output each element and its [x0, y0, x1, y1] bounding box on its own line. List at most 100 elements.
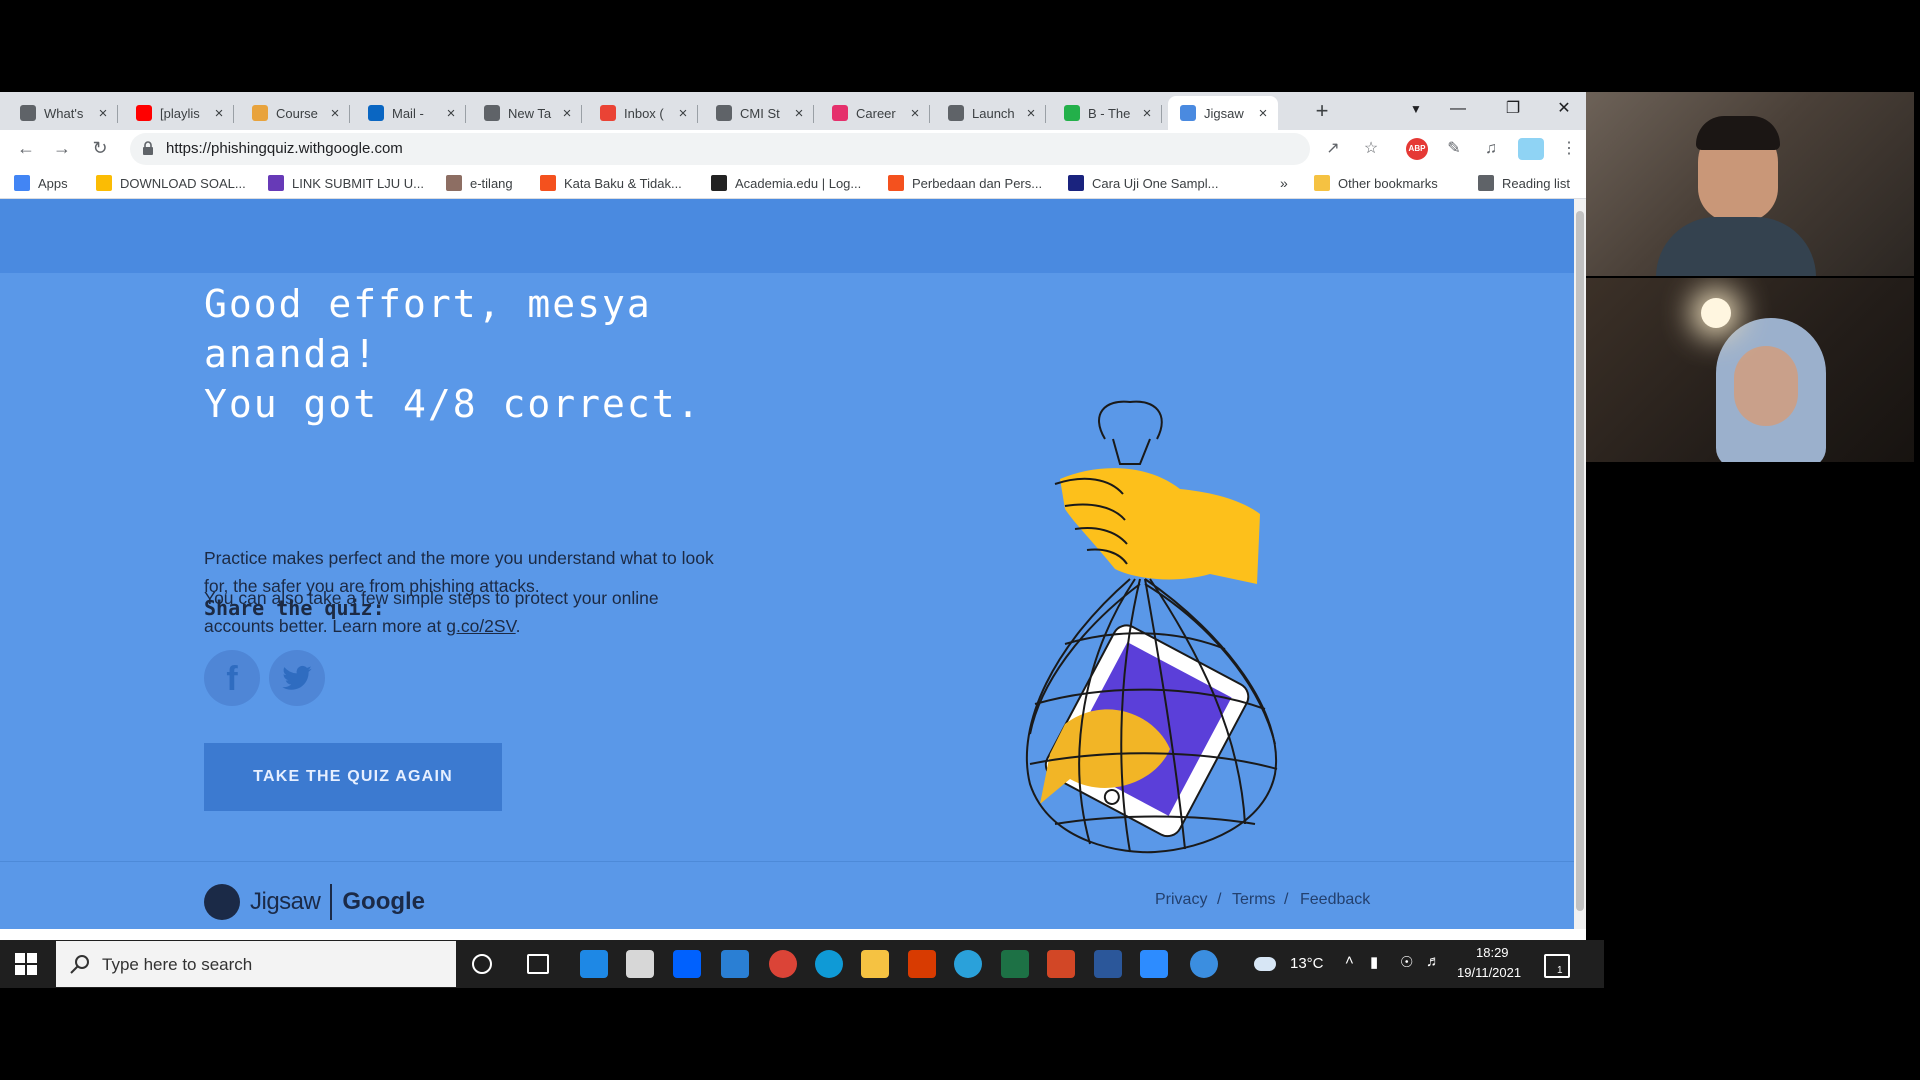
reload-button[interactable]: ↻ [86, 134, 114, 162]
feedback-link[interactable]: Feedback [1300, 891, 1370, 909]
zoom-icon[interactable] [1140, 950, 1168, 978]
clock-date[interactable]: 19/11/2021 [1457, 965, 1521, 980]
taskbar-search-box[interactable]: Type here to search [56, 941, 456, 987]
powerpoint-icon[interactable] [1047, 950, 1075, 978]
scrollbar-thumb[interactable] [1576, 211, 1584, 911]
bookmark-item[interactable]: Other bookmarks [1314, 173, 1438, 193]
bookmark-item[interactable]: Cara Uji One Sampl... [1068, 173, 1218, 193]
jigsaw-google-logo[interactable]: Jigsaw Google [204, 882, 425, 922]
tab-close-icon[interactable]: × [326, 105, 344, 122]
browser-tab[interactable]: Course × [240, 96, 350, 130]
bookmark-item[interactable]: Perbedaan dan Pers... [888, 173, 1042, 193]
bookmark-label: Reading list [1502, 175, 1570, 191]
search-icon [70, 955, 89, 974]
tab-title: Mail - [392, 105, 424, 121]
restore-button[interactable]: ❐ [1490, 92, 1536, 126]
bookmark-label: Kata Baku & Tidak... [564, 175, 682, 191]
forward-button[interactable]: → [48, 134, 76, 162]
tab-separator [1045, 105, 1046, 123]
tab-close-icon[interactable]: × [1022, 105, 1040, 122]
terms-link[interactable]: Terms [1232, 891, 1276, 909]
volume-icon[interactable]: ♬ [1426, 953, 1441, 970]
browser-tab[interactable]: Launch × [936, 96, 1046, 130]
cortana-icon[interactable] [472, 954, 492, 974]
word-icon[interactable] [1094, 950, 1122, 978]
tab-separator [929, 105, 930, 123]
share-icon[interactable]: ↗ [1322, 138, 1344, 160]
excel-icon[interactable] [1001, 950, 1029, 978]
tab-favicon-icon [368, 105, 384, 121]
tab-favicon-icon [484, 105, 500, 121]
tab-separator [697, 105, 698, 123]
bookmark-icon [1068, 175, 1084, 191]
browser-tab[interactable]: B - The × [1052, 96, 1162, 130]
bookmark-icon [540, 175, 556, 191]
tab-favicon-icon [832, 105, 848, 121]
tab-close-icon[interactable]: × [1254, 105, 1272, 122]
file-explorer-icon[interactable] [861, 950, 889, 978]
page-scrollbar[interactable] [1574, 199, 1586, 929]
twitter-share-button[interactable] [269, 650, 325, 706]
tab-close-icon[interactable]: × [790, 105, 808, 122]
browser-tab[interactable]: Mail - × [356, 96, 466, 130]
browser-tab[interactable]: Career × [820, 96, 930, 130]
tab-close-icon[interactable]: × [1138, 105, 1156, 122]
vscode-icon[interactable] [721, 950, 749, 978]
back-button[interactable]: ← [12, 134, 40, 162]
windows-start-icon[interactable] [14, 952, 38, 976]
task-view-icon[interactable] [527, 954, 549, 974]
adblock-icon[interactable]: ABP [1406, 138, 1428, 160]
bookmark-item[interactable]: Academia.edu | Log... [711, 173, 861, 193]
extensions-icon[interactable]: ✎ [1443, 138, 1465, 160]
profile-avatar-icon[interactable] [1518, 138, 1544, 160]
tab-title: Career [856, 105, 896, 121]
headline-line-1: Good effort, mesya [204, 282, 652, 326]
browser-tab[interactable]: New Ta × [472, 96, 582, 130]
browser-tab[interactable]: Jigsaw × [1168, 96, 1278, 130]
office-app-icon[interactable] [908, 950, 936, 978]
media-control-icon[interactable]: ♫ [1480, 138, 1502, 160]
take-quiz-again-button[interactable]: TAKE THE QUIZ AGAIN [204, 743, 502, 811]
privacy-link[interactable]: Privacy [1155, 891, 1207, 909]
dropbox-icon[interactable] [673, 950, 701, 978]
store-app-icon[interactable] [626, 950, 654, 978]
menu-icon[interactable]: ⋮ [1558, 138, 1580, 160]
bookmark-star-icon[interactable]: ☆ [1360, 138, 1382, 160]
network-icon[interactable]: ☉ [1400, 953, 1413, 971]
browser-tab[interactable]: What's × [8, 96, 118, 130]
new-tab-button[interactable]: + [1307, 96, 1337, 126]
edge-app-icon[interactable] [815, 950, 843, 978]
tab-close-icon[interactable]: × [674, 105, 692, 122]
browser-tab[interactable]: Inbox (× [588, 96, 698, 130]
bookmark-item[interactable]: Kata Baku & Tidak... [540, 173, 682, 193]
tray-chevron-icon[interactable]: ˄ [1345, 952, 1354, 969]
mail-app-icon[interactable] [580, 950, 608, 978]
tab-close-icon[interactable]: × [906, 105, 924, 122]
chrome-app-icon[interactable] [769, 950, 797, 978]
browser-tab[interactable]: [playlis × [124, 96, 234, 130]
bookmark-item[interactable]: Reading list [1478, 173, 1570, 193]
tab-search-icon[interactable]: ▼ [1393, 92, 1439, 126]
close-window-button[interactable]: ✕ [1541, 92, 1587, 126]
telegram-icon[interactable] [954, 950, 982, 978]
facebook-share-button[interactable]: f [204, 650, 260, 706]
weather-cloud-icon[interactable] [1254, 957, 1276, 971]
browser-tab[interactable]: CMI St × [704, 96, 814, 130]
bookmark-item[interactable]: Apps [14, 173, 68, 193]
minimize-button[interactable]: — [1435, 92, 1481, 126]
learn-more-link[interactable]: g.co/2SV [446, 616, 515, 636]
bookmark-item[interactable]: DOWNLOAD SOAL... [96, 173, 246, 193]
address-bar[interactable]: https://phishingquiz.withgoogle.com [130, 133, 1310, 165]
tab-title: Jigsaw [1204, 105, 1244, 121]
help-icon[interactable] [1190, 950, 1218, 978]
weather-temperature[interactable]: 13°C [1290, 955, 1324, 972]
tab-close-icon[interactable]: × [558, 105, 576, 122]
battery-icon[interactable]: ▮ [1370, 953, 1378, 971]
clock-time[interactable]: 18:29 [1476, 945, 1509, 960]
more-bookmarks-chevron-icon[interactable]: » [1280, 173, 1288, 193]
tab-close-icon[interactable]: × [210, 105, 228, 122]
bookmark-item[interactable]: LINK SUBMIT LJU U... [268, 173, 424, 193]
tab-close-icon[interactable]: × [442, 105, 460, 122]
tab-close-icon[interactable]: × [94, 105, 112, 122]
bookmark-item[interactable]: e-tilang [446, 173, 513, 193]
